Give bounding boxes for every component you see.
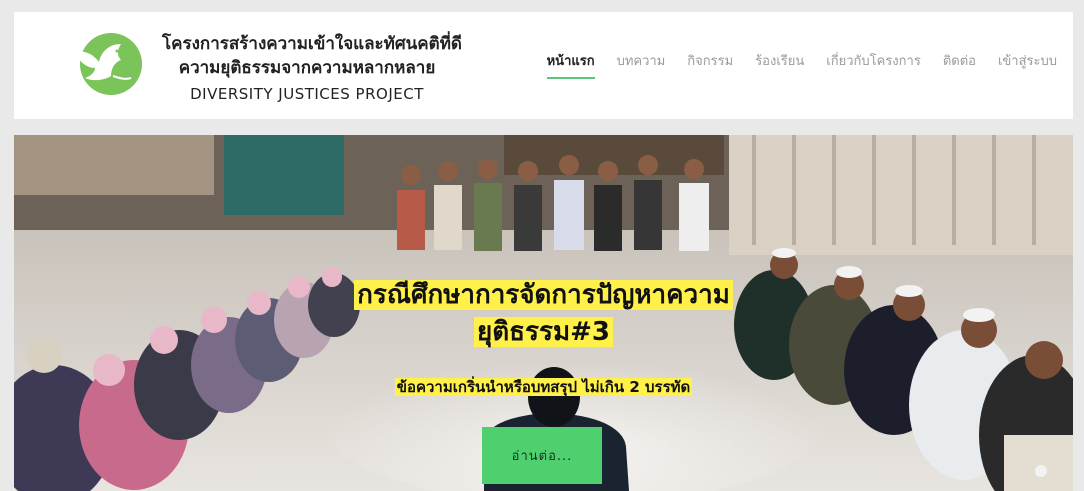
hero-title[interactable]: กรณีศึกษาการจัดการปัญหาความยุติธรรม#3 [329, 277, 759, 351]
hero-title-text: กรณีศึกษาการจัดการปัญหาความยุติธรรม#3 [354, 280, 733, 347]
hero-subtitle-text: ข้อความเกริ่นนำหรือบทสรุป ไม่เกิน 2 บรรท… [394, 378, 693, 396]
read-more-button[interactable]: อ่านต่อ... [482, 427, 602, 484]
nav-item-articles[interactable]: บทความ [617, 50, 666, 79]
slider-dot-active[interactable] [1035, 465, 1047, 477]
dove-icon[interactable] [71, 32, 143, 96]
nav-item-activities[interactable]: กิจกรรม [687, 50, 733, 79]
nav-item-complaints[interactable]: ร้องเรียน [755, 50, 804, 79]
main-nav: หน้าแรก บทความ กิจกรรม ร้องเรียน เกี่ยวก… [546, 50, 1057, 79]
nav-item-contact[interactable]: ติดต่อ [943, 50, 976, 79]
nav-item-about[interactable]: เกี่ยวกับโครงการ [826, 50, 921, 79]
brand-title-th-line1: โครงการสร้างความเข้าใจและทัศนคติที่ดี [162, 34, 462, 54]
site-header: โครงการสร้างความเข้าใจและทัศนคติที่ดี คว… [14, 12, 1073, 119]
nav-item-home[interactable]: หน้าแรก [546, 50, 595, 79]
hero-caption: กรณีศึกษาการจัดการปัญหาความยุติธรรม#3 ข้… [14, 277, 1073, 399]
brand-title-th-line2: ความยุติธรรมจากความหลากหลาย [178, 58, 436, 78]
brand-title-en: DIVERSITY JUSTICES PROJECT [190, 85, 424, 103]
hero-subtitle: ข้อความเกริ่นนำหรือบทสรุป ไม่เกิน 2 บรรท… [14, 375, 1073, 399]
hero-slider: กรณีศึกษาการจัดการปัญหาความยุติธรรม#3 ข้… [14, 135, 1073, 491]
brand-title[interactable]: โครงการสร้างความเข้าใจและทัศนคติที่ดี คว… [162, 32, 462, 106]
nav-item-login[interactable]: เข้าสู่ระบบ [998, 50, 1057, 79]
